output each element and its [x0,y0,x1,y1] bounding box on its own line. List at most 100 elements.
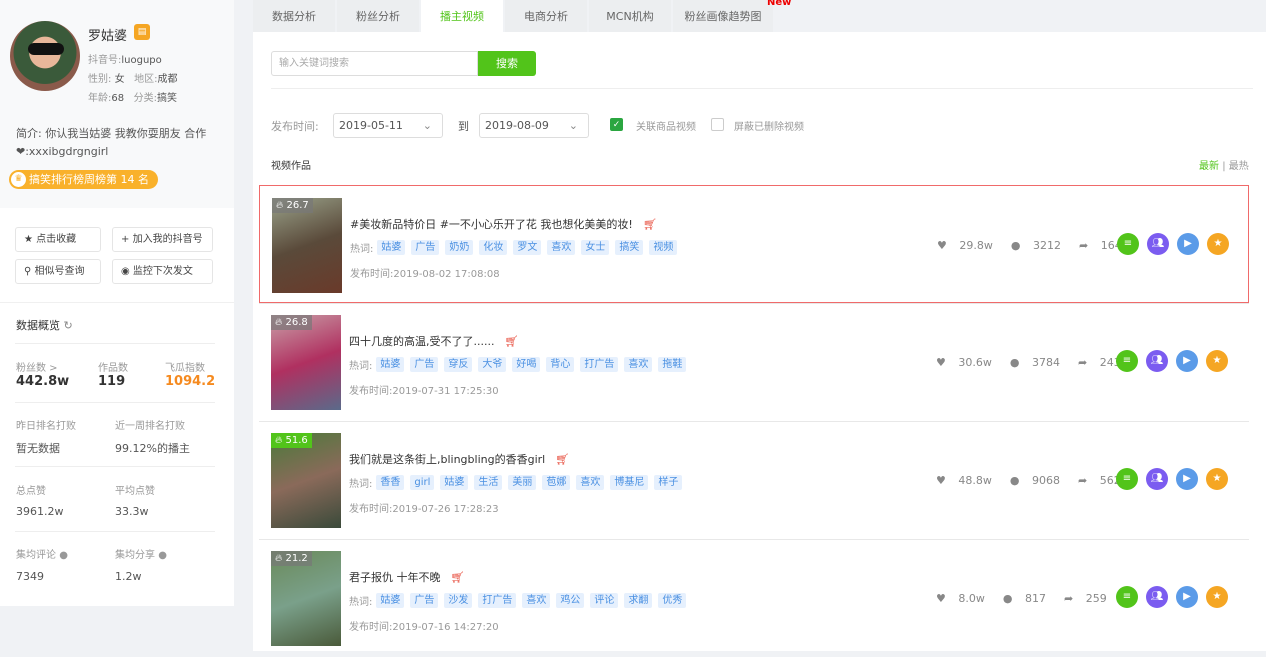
star-icon[interactable]: ★ [1206,468,1228,490]
play-icon[interactable]: ▶ [1176,586,1198,608]
search-input[interactable]: 输入关键词搜索 [271,51,478,76]
tab-fans-portrait[interactable]: 粉丝画像趋势图 [673,0,773,32]
hot-word-tag[interactable]: 喜欢 [522,593,551,608]
date-from-select[interactable]: 2019-05-11 ⌄ [333,113,443,138]
sort-separator: | [1222,161,1226,172]
tab-ecommerce[interactable]: 电商分析 [505,0,587,32]
hot-word-tag[interactable]: 香香 [376,475,405,490]
new-badge: New [767,0,792,8]
cart-icon[interactable]: 🛒︎ [504,335,518,348]
video-thumbnail[interactable]: 🔥︎ 51.6 [271,433,341,528]
add-account-button[interactable]: + 加入我的抖音号 [112,227,213,252]
douyin-id: 抖音号:luogupo [88,55,162,66]
detail-icon[interactable]: ≡ [1116,468,1138,490]
hot-word-tag[interactable]: 姑婆 [376,357,405,372]
hot-word-tag[interactable]: 广告 [410,357,439,372]
hot-word-tag[interactable]: 好喝 [512,357,541,372]
play-icon[interactable]: ▶ [1176,350,1198,372]
hot-word-tag[interactable]: 姑婆 [376,593,405,608]
hot-word-tag[interactable]: 求翻 [624,593,653,608]
video-row[interactable]: 🔥︎ 26.7 #美妆新品特价日 #一不小心乐开了花 我也想化美美的妆! 🛒︎ 热… [259,185,1249,303]
date-to-select[interactable]: 2019-08-09 ⌄ [479,113,589,138]
hot-word-tag[interactable]: 喜欢 [576,475,605,490]
detail-icon[interactable]: ≡ [1116,586,1138,608]
hot-word-tag[interactable]: 女士 [581,240,610,255]
video-title[interactable]: 四十几度的高温,受不了了...... 🛒︎ [349,333,518,349]
hot-word-tag[interactable]: 化妆 [479,240,508,255]
shop-icon[interactable]: ▤ [134,24,150,40]
video-title[interactable]: 我们就是这条街上,blingbling的香香girl 🛒︎ [349,451,569,467]
hot-word-tag[interactable]: 鸡公 [556,593,585,608]
sort-hottest[interactable]: 最热 [1229,161,1249,172]
cart-icon[interactable]: 🛒︎ [555,453,569,466]
star-icon[interactable]: ★ [1206,350,1228,372]
hot-word-tag[interactable]: 评论 [590,593,619,608]
star-icon[interactable]: ★ [1207,233,1229,255]
video-title[interactable]: 君子报仇 十年不晚 🛒︎ [349,569,464,585]
hot-word-tag[interactable]: 拖鞋 [658,357,687,372]
monitor-button[interactable]: ◉ 监控下次发文 [112,259,213,284]
tab-fans-analysis[interactable]: 粉丝分析 [337,0,419,32]
play-icon[interactable]: ▶ [1177,233,1199,255]
audience-icon[interactable]: 👥︎ [1146,468,1168,490]
video-row[interactable]: 🔥︎ 51.6 我们就是这条街上,blingbling的香香girl 🛒︎ 热词:… [259,421,1249,539]
tab-videos[interactable]: 播主视频 [421,0,503,32]
hot-word-tag[interactable]: 喜欢 [547,240,576,255]
sort-newest[interactable]: 最新 [1199,161,1219,172]
fans-label[interactable]: 粉丝数 > [16,359,58,374]
audience-icon[interactable]: 👥︎ [1146,586,1168,608]
play-icon[interactable]: ▶ [1176,468,1198,490]
tab-mcn[interactable]: MCN机构 [589,0,671,32]
heat-badge: 🔥︎ 26.7 [272,198,313,213]
hot-word-tag[interactable]: 视频 [649,240,678,255]
hide-deleted-checkbox[interactable] [711,118,724,131]
video-row[interactable]: 🔥︎ 21.2 君子报仇 十年不晚 🛒︎ 热词: 姑婆 广告 沙发 打广告 喜欢 鸡公 评论 求翻… [259,539,1249,657]
rank-badge[interactable]: ♛ 搞笑排行榜周榜第 14 名 [9,170,158,189]
publish-time: 发布时间:2019-07-31 17:25:30 [349,386,499,397]
hot-word-tag[interactable]: 样子 [654,475,683,490]
video-row[interactable]: 🔥︎ 26.8 四十几度的高温,受不了了...... 🛒︎ 热词: 姑婆 广告 穿反 大爷… [259,303,1249,421]
video-thumbnail[interactable]: 🔥︎ 26.7 [272,198,342,293]
cart-icon[interactable]: 🛒︎ [451,571,465,584]
star-icon[interactable]: ★ [1206,586,1228,608]
audience-icon[interactable]: 👥︎ [1147,233,1169,255]
search-button[interactable]: 搜索 [478,51,536,76]
hot-word-tag[interactable]: 广告 [410,593,439,608]
video-thumbnail[interactable]: 🔥︎ 26.8 [271,315,341,410]
hot-word-tag[interactable]: 苞娜 [542,475,571,490]
hot-word-tag[interactable]: 博基尼 [610,475,649,490]
hot-word-tag[interactable]: 背心 [546,357,575,372]
similar-search-button[interactable]: ⚲ 相似号查询 [15,259,101,284]
hot-word-tag[interactable]: 优秀 [658,593,687,608]
hot-word-tag[interactable]: 搞笑 [615,240,644,255]
hot-word-tag[interactable]: 大爷 [478,357,507,372]
cart-icon[interactable]: 🛒︎ [643,218,657,231]
hot-word-tag[interactable]: girl [410,475,435,490]
hot-word-tag[interactable]: 打广告 [580,357,619,372]
favorite-button[interactable]: ★ 点击收藏 [15,227,101,252]
video-thumbnail[interactable]: 🔥︎ 21.2 [271,551,341,646]
hot-word-tag[interactable]: 喜欢 [624,357,653,372]
detail-icon[interactable]: ≡ [1117,233,1139,255]
tab-bar: 数据分析 粉丝分析 播主视频 电商分析 MCN机构 粉丝画像趋势图 [253,0,775,32]
detail-icon[interactable]: ≡ [1116,350,1138,372]
refresh-icon[interactable]: ↻ [64,319,73,332]
date-label: 发布时间: [271,120,319,133]
hot-word-tag[interactable]: 奶奶 [445,240,474,255]
hot-word-tag[interactable]: 沙发 [444,593,473,608]
hot-word-tag[interactable]: 姑婆 [377,240,406,255]
linked-goods-checkbox[interactable]: ✓ [610,118,623,131]
hot-word-tag[interactable]: 打广告 [478,593,517,608]
hot-word-tag[interactable]: 穿反 [444,357,473,372]
info-icon[interactable]: ● [158,550,167,561]
hot-word-tag[interactable]: 姑婆 [440,475,469,490]
avg-likes-value: 33.3w [115,505,149,518]
hot-word-tag[interactable]: 美丽 [508,475,537,490]
tab-data-analysis[interactable]: 数据分析 [253,0,335,32]
hot-word-tag[interactable]: 广告 [411,240,440,255]
video-title[interactable]: #美妆新品特价日 #一不小心乐开了花 我也想化美美的妆! 🛒︎ [350,216,657,232]
audience-icon[interactable]: 👥︎ [1146,350,1168,372]
hot-word-tag[interactable]: 罗文 [513,240,542,255]
hot-word-tag[interactable]: 生活 [474,475,503,490]
info-icon[interactable]: ● [59,550,68,561]
